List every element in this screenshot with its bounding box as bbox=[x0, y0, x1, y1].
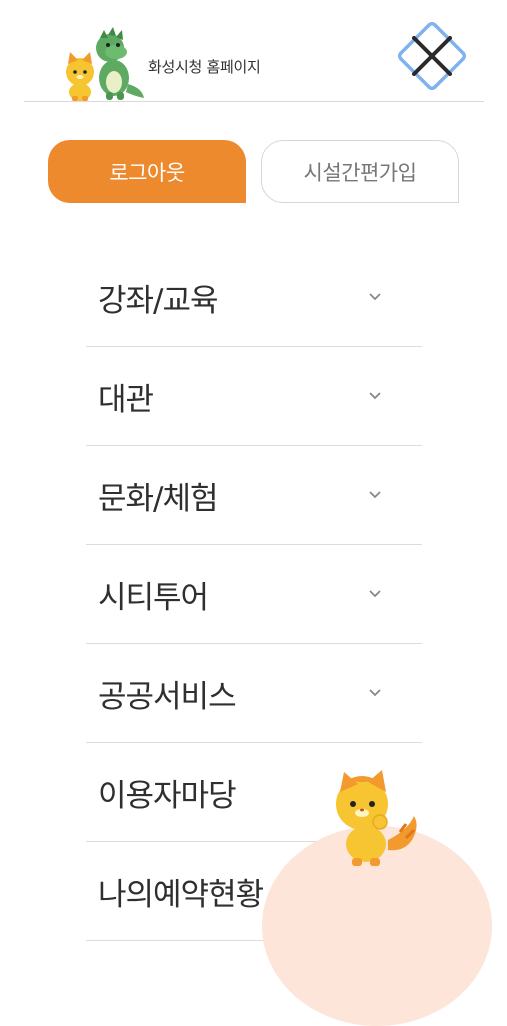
chevron-down-icon bbox=[369, 293, 381, 301]
logout-button[interactable]: 로그아웃 bbox=[48, 140, 246, 203]
logout-label: 로그아웃 bbox=[109, 160, 185, 185]
chevron-down-icon bbox=[369, 491, 381, 499]
menu-item-city-tour[interactable]: 시티투어 bbox=[86, 545, 422, 644]
menu-item-label: 문화/체험 bbox=[98, 480, 219, 517]
mascot-logo[interactable] bbox=[58, 26, 146, 102]
chevron-down-icon bbox=[369, 689, 381, 697]
site-title[interactable]: 화성시청 홈페이지 bbox=[148, 56, 261, 77]
menu-item-label: 공공서비스 bbox=[98, 678, 237, 715]
close-icon bbox=[397, 21, 467, 91]
cat-mascot-icon bbox=[336, 770, 417, 866]
signup-label: 시설간편가입 bbox=[303, 160, 417, 185]
menu-item-label: 나의예약현황 bbox=[98, 876, 264, 913]
header: 화성시청 홈페이지 bbox=[0, 0, 507, 102]
chevron-down-icon bbox=[369, 590, 381, 598]
menu-item-courses[interactable]: 강좌/교육 bbox=[86, 248, 422, 347]
menu-item-label: 이용자마당 bbox=[98, 777, 237, 814]
menu-item-label: 시티투어 bbox=[98, 579, 209, 616]
menu-item-rental[interactable]: 대관 bbox=[86, 347, 422, 446]
menu-item-label: 대관 bbox=[98, 381, 154, 418]
menu-item-label: 강좌/교육 bbox=[98, 282, 219, 319]
menu-item-public-service[interactable]: 공공서비스 bbox=[86, 644, 422, 743]
header-divider bbox=[24, 101, 484, 102]
facility-signup-button[interactable]: 시설간편가입 bbox=[261, 140, 459, 203]
close-button[interactable] bbox=[390, 14, 474, 98]
chevron-down-icon bbox=[369, 392, 381, 400]
menu-item-culture[interactable]: 문화/체험 bbox=[86, 446, 422, 545]
